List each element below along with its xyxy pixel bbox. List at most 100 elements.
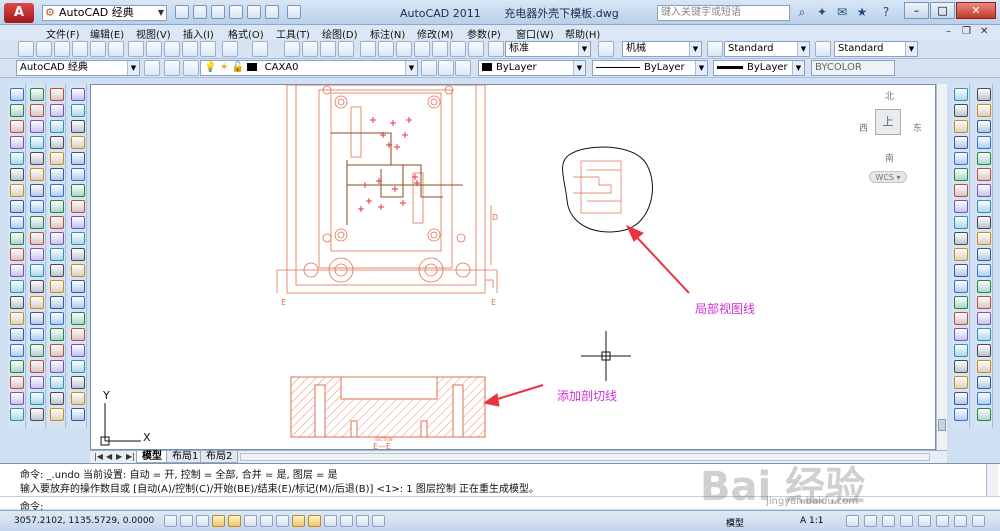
vbar4-tool-button[interactable] (71, 264, 85, 277)
vbar5-tool-button[interactable] (954, 184, 968, 197)
plotstyle-select[interactable]: BYCOLOR (811, 60, 895, 76)
vbar6-tool-button[interactable] (977, 120, 991, 133)
vbar4-tool-button[interactable] (71, 232, 85, 245)
viewcube-south[interactable]: 南 (885, 151, 894, 164)
quickcalc-button[interactable] (450, 41, 466, 57)
menu-parametric[interactable]: 参数(P) (467, 26, 501, 41)
menu-edit[interactable]: 编辑(E) (90, 26, 124, 41)
communication-icon[interactable]: ✉ (834, 5, 850, 20)
vbar4-tool-button[interactable] (71, 248, 85, 261)
vbar4-tool-button[interactable] (71, 408, 85, 421)
vbar2-tool-button[interactable] (30, 280, 44, 293)
viewcube-west[interactable]: 西 (859, 121, 868, 134)
vbar1-tool-button[interactable] (10, 168, 24, 181)
vbar5-tool-button[interactable] (954, 232, 968, 245)
open-button[interactable] (36, 41, 52, 57)
zoom-previous-button[interactable] (338, 41, 354, 57)
application-menu-button[interactable]: A (4, 3, 34, 23)
vbar3-tool-button[interactable] (50, 88, 64, 101)
pan-button[interactable] (284, 41, 300, 57)
menu-insert[interactable]: 插入(I) (183, 26, 214, 41)
vbar3-tool-button[interactable] (50, 152, 64, 165)
vbar1-tool-button[interactable] (10, 296, 24, 309)
vbar6-tool-button[interactable] (977, 408, 991, 421)
vbar5-tool-button[interactable] (954, 136, 968, 149)
vbar2-tool-button[interactable] (30, 184, 44, 197)
viewcube-east[interactable]: 东 (913, 121, 922, 134)
vbar3-tool-button[interactable] (50, 216, 64, 229)
vbar1-tool-button[interactable] (10, 312, 24, 325)
dim-style-select[interactable]: 机械 ▼ (622, 41, 702, 57)
open-file-button[interactable] (193, 5, 207, 19)
maximize-button[interactable]: □ (930, 2, 955, 19)
vbar5-tool-button[interactable] (954, 248, 968, 261)
vbar6-tool-button[interactable] (977, 200, 991, 213)
vbar2-tool-button[interactable] (30, 312, 44, 325)
vbar6-tool-button[interactable] (977, 136, 991, 149)
table-style-select[interactable]: Standard ▼ (724, 41, 810, 57)
status-toggle-button[interactable] (340, 515, 353, 527)
vbar4-tool-button[interactable] (71, 120, 85, 133)
vbar6-tool-button[interactable] (977, 232, 991, 245)
vbar5-tool-button[interactable] (954, 296, 968, 309)
vbar4-tool-button[interactable] (71, 136, 85, 149)
vbar5-tool-button[interactable] (954, 312, 968, 325)
status-toggle-button[interactable] (164, 515, 177, 527)
vbar4-tool-button[interactable] (71, 328, 85, 341)
vbar5-tool-button[interactable] (954, 120, 968, 133)
vbar5-tool-button[interactable] (954, 168, 968, 181)
vbar6-tool-button[interactable] (977, 392, 991, 405)
vbar2-tool-button[interactable] (30, 360, 44, 373)
last-tab-button[interactable]: ▶| (126, 452, 135, 462)
favorites-star-icon[interactable]: ★ (854, 5, 870, 20)
vbar6-tool-button[interactable] (977, 376, 991, 389)
status-toggle-button[interactable] (356, 515, 369, 527)
close-button[interactable]: ✕ (956, 2, 996, 19)
paste-button[interactable] (164, 41, 180, 57)
vbar3-tool-button[interactable] (50, 104, 64, 117)
vbar6-tool-button[interactable] (977, 344, 991, 357)
vbar4-tool-button[interactable] (71, 168, 85, 181)
menu-help[interactable]: 帮助(H) (565, 26, 600, 41)
menu-format[interactable]: 格式(O) (228, 26, 264, 41)
vbar1-tool-button[interactable] (10, 344, 24, 357)
vbar6-tool-button[interactable] (977, 328, 991, 341)
vbar5-tool-button[interactable] (954, 344, 968, 357)
vbar1-tool-button[interactable] (10, 280, 24, 293)
tab-model[interactable]: 模型 (136, 451, 168, 463)
sheet-set-button[interactable] (414, 41, 430, 57)
vbar4-tool-button[interactable] (71, 280, 85, 293)
multileader-style-select[interactable]: Standard ▼ (834, 41, 918, 57)
undo-button[interactable] (247, 5, 261, 19)
copy-button[interactable] (146, 41, 162, 57)
vbar1-tool-button[interactable] (10, 88, 24, 101)
status-tool-button[interactable] (972, 515, 985, 527)
vbar2-tool-button[interactable] (30, 232, 44, 245)
layer-properties-button[interactable] (183, 60, 199, 76)
plot-preview-button[interactable] (90, 41, 106, 57)
prev-tab-button[interactable]: ◀ (106, 452, 115, 462)
vbar6-tool-button[interactable] (977, 184, 991, 197)
vbar2-tool-button[interactable] (30, 152, 44, 165)
layer-previous-button[interactable] (438, 60, 454, 76)
scroll-thumb[interactable] (938, 419, 946, 431)
ucs-menu[interactable]: WCS ▾ (869, 171, 907, 183)
annotation-scale[interactable]: A 1:1 (800, 516, 824, 526)
vbar2-tool-button[interactable] (30, 136, 44, 149)
vbar1-tool-button[interactable] (10, 184, 24, 197)
vbar6-tool-button[interactable] (977, 264, 991, 277)
make-current-layer-button[interactable] (421, 60, 437, 76)
vbar2-tool-button[interactable] (30, 408, 44, 421)
vbar1-tool-button[interactable] (10, 328, 24, 341)
viewcube-north[interactable]: 北 (885, 89, 894, 102)
status-tool-button[interactable] (936, 515, 949, 527)
properties-button[interactable] (360, 41, 376, 57)
plot-button[interactable] (229, 5, 243, 19)
vbar2-tool-button[interactable] (30, 216, 44, 229)
match-properties-button[interactable] (182, 41, 198, 57)
layer-select[interactable]: 💡 ☀ 🔓 CAXA0 ▼ (200, 60, 418, 76)
vbar1-tool-button[interactable] (10, 248, 24, 261)
vbar2-tool-button[interactable] (30, 168, 44, 181)
vbar3-tool-button[interactable] (50, 168, 64, 181)
vbar5-tool-button[interactable] (954, 264, 968, 277)
